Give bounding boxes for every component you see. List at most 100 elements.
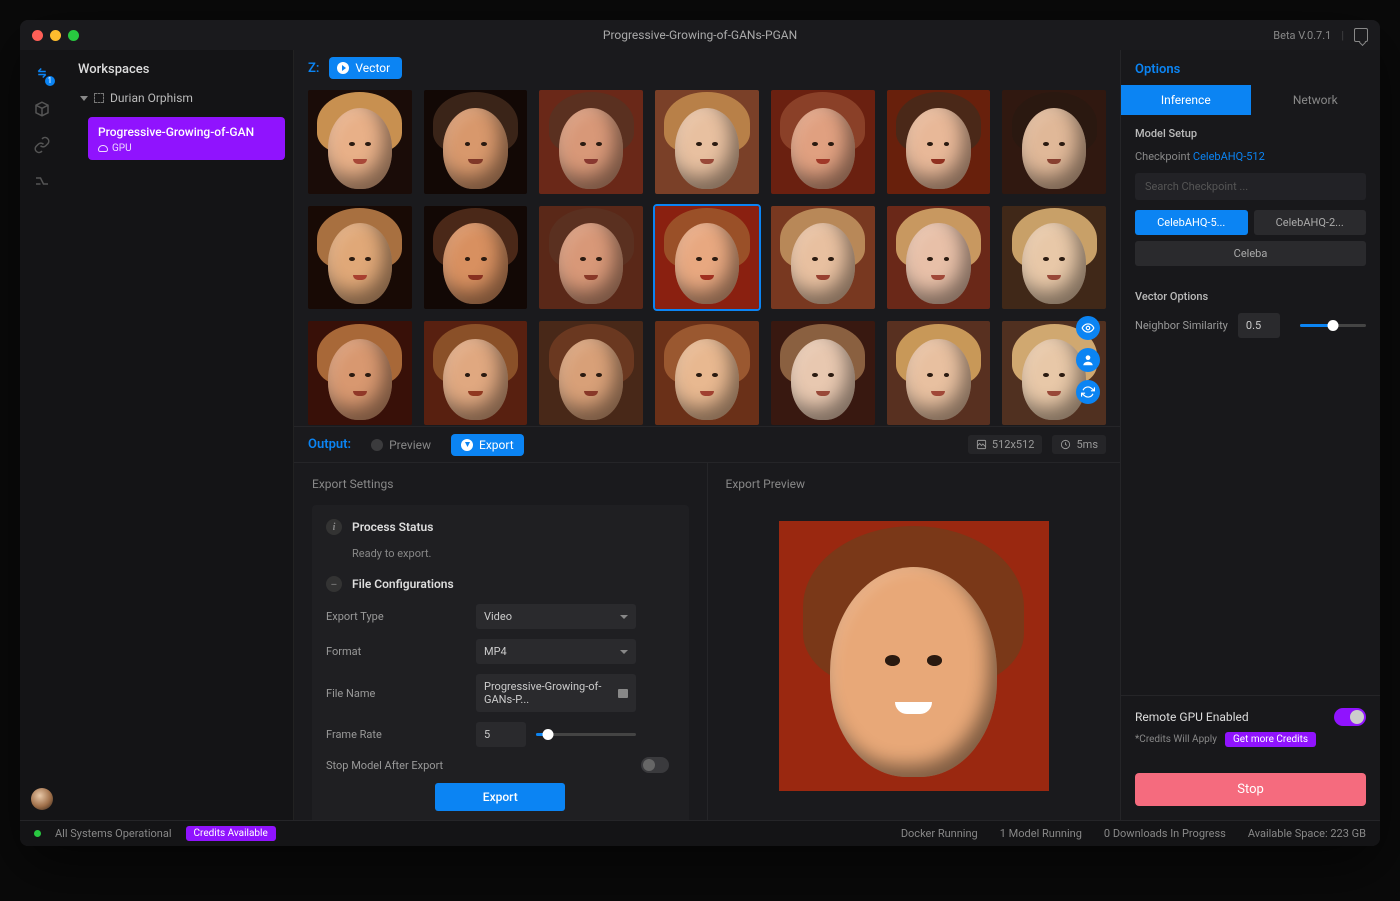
export-icon xyxy=(461,439,473,451)
main-area: Z: Vector xyxy=(294,50,1120,820)
export-button[interactable]: Export xyxy=(435,783,565,811)
thumbnail[interactable] xyxy=(655,206,759,310)
inference-tab[interactable]: Inference xyxy=(1121,85,1251,115)
process-status-header: Process Status xyxy=(352,520,433,534)
cube-icon[interactable] xyxy=(33,100,51,118)
project-name: Durian Orphism xyxy=(110,91,193,105)
framerate-slider[interactable] xyxy=(536,733,636,736)
refresh-icon[interactable] xyxy=(1076,380,1100,404)
options-header: Options xyxy=(1121,50,1380,77)
get-credits-button[interactable]: Get more Credits xyxy=(1225,732,1316,747)
network-tab[interactable]: Network xyxy=(1251,85,1381,115)
thumbnail[interactable] xyxy=(424,90,528,194)
process-status-msg: Ready to export. xyxy=(352,547,675,560)
file-config-header: File Configurations xyxy=(352,577,454,591)
swap-badge: 1 xyxy=(45,76,56,86)
stop-after-toggle[interactable] xyxy=(641,757,669,773)
export-settings-title: Export Settings xyxy=(312,477,689,491)
person-icon[interactable] xyxy=(1076,348,1100,372)
gpu-note: *Credits Will Apply xyxy=(1135,734,1217,745)
stop-button[interactable]: Stop xyxy=(1135,773,1366,806)
model-item[interactable]: Progressive-Growing-of-GAN GPU xyxy=(88,117,285,160)
thumbnail[interactable] xyxy=(655,321,759,425)
preview-icon xyxy=(371,439,383,451)
filename-input[interactable]: Progressive-Growing-of-GANs-P... xyxy=(476,674,636,712)
options-panel: Options Inference Network Model Setup Ch… xyxy=(1120,50,1380,820)
thumbnail[interactable] xyxy=(771,90,875,194)
neighbor-slider[interactable] xyxy=(1300,324,1366,327)
export-type-select[interactable]: Video xyxy=(476,604,636,629)
thumbnail[interactable] xyxy=(424,206,528,310)
thumbnail[interactable] xyxy=(308,206,412,310)
vector-options-header: Vector Options xyxy=(1135,290,1366,303)
filename-label: File Name xyxy=(326,687,476,700)
gpu-card: Remote GPU Enabled *Credits Will Apply G… xyxy=(1121,695,1380,759)
checkpoint-chip[interactable]: Celeba xyxy=(1135,241,1366,266)
output-bar: Output: Preview Export 512x512 xyxy=(294,426,1120,462)
thumbnail-grid-area xyxy=(294,86,1120,426)
flow-icon[interactable] xyxy=(33,172,51,190)
thumbnail[interactable] xyxy=(424,321,528,425)
resolution-badge: 512x512 xyxy=(968,435,1043,454)
thumbnail[interactable] xyxy=(308,321,412,425)
user-avatar[interactable] xyxy=(31,788,53,810)
thumbnail[interactable] xyxy=(1002,206,1106,310)
thumbnail[interactable] xyxy=(771,206,875,310)
thumbnail[interactable] xyxy=(887,90,991,194)
link-icon[interactable] xyxy=(33,136,51,154)
minimize-icon[interactable] xyxy=(50,30,61,41)
thumbnail[interactable] xyxy=(539,206,643,310)
downloads-status: 0 Downloads In Progress xyxy=(1104,827,1226,840)
gpu-toggle[interactable] xyxy=(1334,708,1366,726)
status-dot-icon xyxy=(34,830,41,837)
gpu-title: Remote GPU Enabled xyxy=(1135,710,1249,724)
checkpoint-chip[interactable]: CelebAHQ-5... xyxy=(1135,210,1248,235)
export-tab[interactable]: Export xyxy=(451,434,524,456)
project-row[interactable]: Durian Orphism xyxy=(72,85,285,111)
collapse-icon[interactable]: – xyxy=(326,576,342,592)
checkpoint-chip[interactable]: CelebAHQ-2... xyxy=(1254,210,1367,235)
checkpoint-search-input[interactable] xyxy=(1135,173,1366,200)
vector-button[interactable]: Vector xyxy=(329,57,402,79)
thumbnail[interactable] xyxy=(539,321,643,425)
preview-tab[interactable]: Preview xyxy=(361,434,441,456)
cloud-icon xyxy=(98,145,108,152)
neighbor-value[interactable]: 0.5 xyxy=(1238,313,1280,338)
framerate-input[interactable]: 5 xyxy=(476,722,526,747)
export-settings-panel: Export Settings i Process Status Ready t… xyxy=(294,463,708,820)
systems-status: All Systems Operational xyxy=(55,827,172,840)
close-icon[interactable] xyxy=(32,30,43,41)
thumbnail[interactable] xyxy=(308,90,412,194)
export-preview-panel: Export Preview xyxy=(708,463,1121,820)
sidebar-header: Workspaces xyxy=(64,50,293,85)
preview-image xyxy=(779,521,1049,791)
models-status: 1 Model Running xyxy=(1000,827,1082,840)
window-controls[interactable] xyxy=(32,30,79,41)
stop-after-label: Stop Model After Export xyxy=(326,759,476,772)
chat-icon[interactable] xyxy=(1354,28,1368,42)
folder-icon[interactable] xyxy=(618,689,628,698)
checkpoint-link[interactable]: CelebAHQ-512 xyxy=(1193,150,1265,163)
play-icon xyxy=(337,62,349,74)
swap-icon[interactable]: 1 xyxy=(33,64,51,82)
z-bar: Z: Vector xyxy=(294,50,1120,86)
docker-status: Docker Running xyxy=(901,827,978,840)
thumbnail[interactable] xyxy=(539,90,643,194)
sidebar: Workspaces Durian Orphism Progressive-Gr… xyxy=(64,50,294,820)
chevron-down-icon xyxy=(80,96,88,101)
export-type-label: Export Type xyxy=(326,610,476,623)
maximize-icon[interactable] xyxy=(68,30,79,41)
format-select[interactable]: MP4 xyxy=(476,639,636,664)
nav-rail: 1 xyxy=(20,50,64,820)
view-icon[interactable] xyxy=(1076,316,1100,340)
window-title: Progressive-Growing-of-GANs-PGAN xyxy=(603,28,797,42)
model-name: Progressive-Growing-of-GAN xyxy=(98,125,275,139)
thumbnail[interactable] xyxy=(655,90,759,194)
thumbnail[interactable] xyxy=(1002,90,1106,194)
latency-badge: 5ms xyxy=(1052,435,1106,454)
credits-badge[interactable]: Credits Available xyxy=(186,826,276,841)
thumbnail[interactable] xyxy=(771,321,875,425)
thumbnail[interactable] xyxy=(887,206,991,310)
thumbnail[interactable] xyxy=(887,321,991,425)
chevron-down-icon xyxy=(620,650,628,654)
